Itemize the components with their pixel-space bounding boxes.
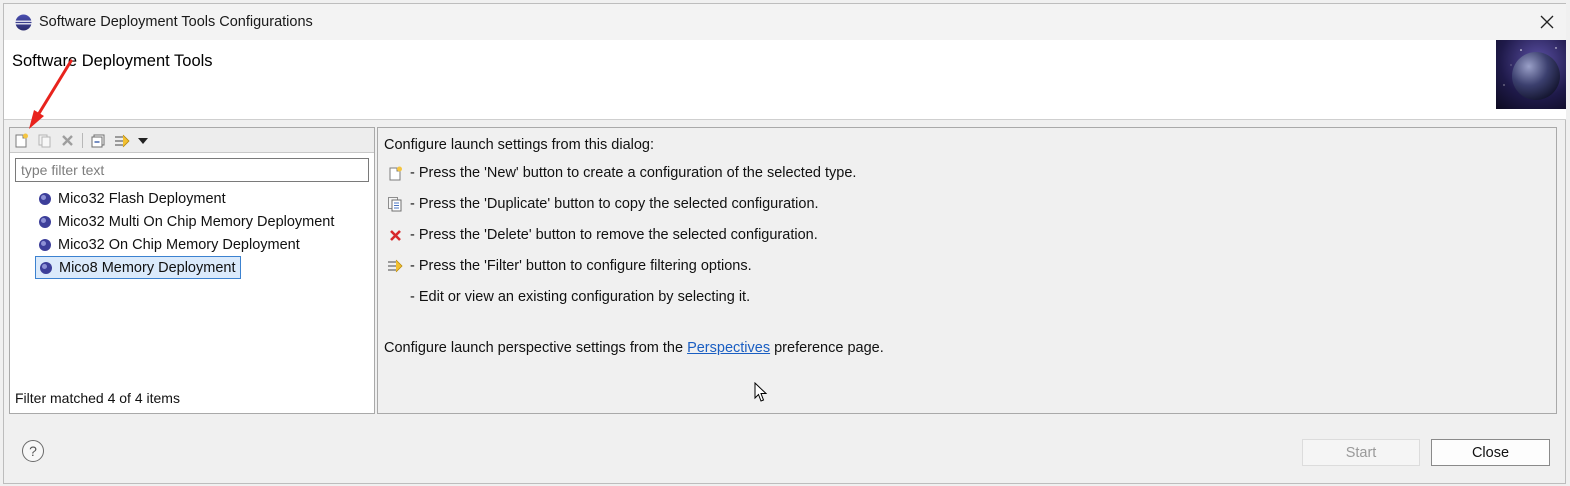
collapse-all-icon — [91, 134, 105, 148]
help-line-new: - Press the 'New' button to create a con… — [386, 163, 856, 183]
delete-configuration-button[interactable] — [59, 132, 76, 149]
help-line-text: - Press the 'Filter' button to configure… — [410, 258, 752, 274]
start-button[interactable]: Start — [1302, 439, 1420, 466]
new-configuration-button[interactable] — [13, 132, 30, 149]
window-close-button[interactable] — [1532, 8, 1562, 36]
delete-icon — [386, 226, 404, 244]
header-banner: Software Deployment Tools — [4, 40, 1566, 120]
configuration-help-panel: Configure launch settings from this dial… — [377, 127, 1557, 414]
help-line-text: - Edit or view an existing configuration… — [410, 289, 751, 305]
tree-item-mico32-multi-on-chip[interactable]: Mico32 Multi On Chip Memory Deployment — [35, 210, 339, 233]
tree-item-label: Mico32 Flash Deployment — [58, 190, 226, 207]
deployment-config-icon — [40, 261, 52, 274]
mouse-cursor-icon — [754, 382, 768, 402]
help-line-text: - Press the 'Duplicate' button to copy t… — [410, 196, 819, 212]
window-title: Software Deployment Tools Configurations — [39, 14, 313, 30]
filter-icon — [114, 134, 130, 147]
chevron-down-icon — [137, 137, 148, 144]
duplicate-icon — [38, 134, 51, 148]
tree-item-label: Mico8 Memory Deployment — [59, 259, 236, 276]
help-button[interactable]: ? — [22, 440, 44, 462]
deployment-config-icon — [39, 215, 51, 228]
help-line-filter: - Press the 'Filter' button to configure… — [386, 256, 752, 276]
filter-icon — [386, 257, 404, 275]
help-line-edit: - Edit or view an existing configuration… — [386, 287, 750, 307]
banner-eclipse-image — [1496, 40, 1566, 109]
new-configuration-icon — [386, 164, 404, 182]
close-icon — [1540, 15, 1554, 29]
tree-item-label: Mico32 Multi On Chip Memory Deployment — [58, 213, 335, 230]
filter-input[interactable] — [15, 158, 369, 182]
delete-icon — [62, 135, 73, 146]
perspectives-link[interactable]: Perspectives — [687, 340, 770, 356]
help-line-duplicate: - Press the 'Duplicate' button to copy t… — [386, 194, 819, 214]
eclipse-app-icon — [15, 14, 32, 31]
help-intro: Configure launch settings from this dial… — [384, 137, 655, 153]
deployment-config-icon — [39, 238, 51, 251]
tree-toolbar — [10, 128, 374, 153]
view-menu-button[interactable] — [134, 132, 151, 149]
tree-item-mico32-on-chip[interactable]: Mico32 On Chip Memory Deployment — [35, 233, 305, 256]
deployment-config-icon — [39, 192, 51, 205]
perspective-prefix: Configure launch perspective settings fr… — [384, 340, 688, 356]
tree-item-mico32-flash[interactable]: Mico32 Flash Deployment — [35, 187, 231, 210]
help-line-delete: - Press the 'Delete' button to remove th… — [386, 225, 818, 245]
title-bar: Software Deployment Tools Configurations — [4, 4, 1566, 40]
perspective-settings-line: Configure launch perspective settings fr… — [384, 340, 884, 356]
new-configuration-icon — [15, 133, 28, 148]
filter-status-text: Filter matched 4 of 4 items — [15, 390, 180, 406]
help-line-text: - Press the 'New' button to create a con… — [410, 165, 857, 181]
duplicate-configuration-button[interactable] — [36, 132, 53, 149]
tree-item-label: Mico32 On Chip Memory Deployment — [58, 236, 300, 253]
collapse-all-button[interactable] — [90, 132, 107, 149]
close-button[interactable]: Close — [1431, 439, 1550, 466]
configuration-tree: Mico32 Flash Deployment Mico32 Multi On … — [35, 187, 365, 279]
toolbar-separator — [82, 133, 83, 148]
duplicate-icon — [386, 195, 404, 213]
filter-button[interactable] — [113, 132, 130, 149]
tree-item-mico8-memory[interactable]: Mico8 Memory Deployment — [35, 256, 242, 279]
perspective-suffix: preference page. — [770, 340, 884, 356]
configuration-tree-panel: Mico32 Flash Deployment Mico32 Multi On … — [9, 127, 375, 414]
banner-title: Software Deployment Tools — [12, 52, 213, 70]
help-line-text: - Press the 'Delete' button to remove th… — [410, 227, 818, 243]
